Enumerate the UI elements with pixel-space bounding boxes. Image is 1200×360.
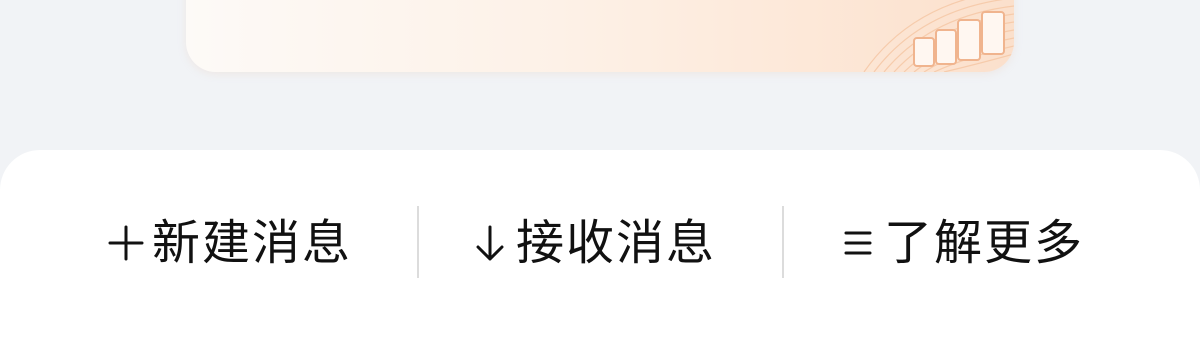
receive-message-label: 接收消息 [516, 215, 717, 271]
banner-illustration [863, 0, 1014, 72]
arrow-down-icon [470, 223, 510, 263]
banner-card[interactable] [186, 0, 1014, 72]
learn-more-label: 了解更多 [884, 215, 1085, 271]
divider [782, 206, 784, 278]
action-panel: 新建消息 接收消息 了解更多 [0, 150, 1200, 360]
divider [417, 206, 419, 278]
new-message-button[interactable]: 新建消息 [106, 208, 352, 278]
action-bar: 新建消息 接收消息 了解更多 [0, 208, 1200, 278]
receive-message-button[interactable]: 接收消息 [470, 208, 716, 278]
menu-icon [838, 223, 878, 263]
learn-more-button[interactable]: 了解更多 [838, 208, 1084, 278]
new-message-label: 新建消息 [152, 215, 353, 271]
plus-icon [106, 223, 146, 263]
